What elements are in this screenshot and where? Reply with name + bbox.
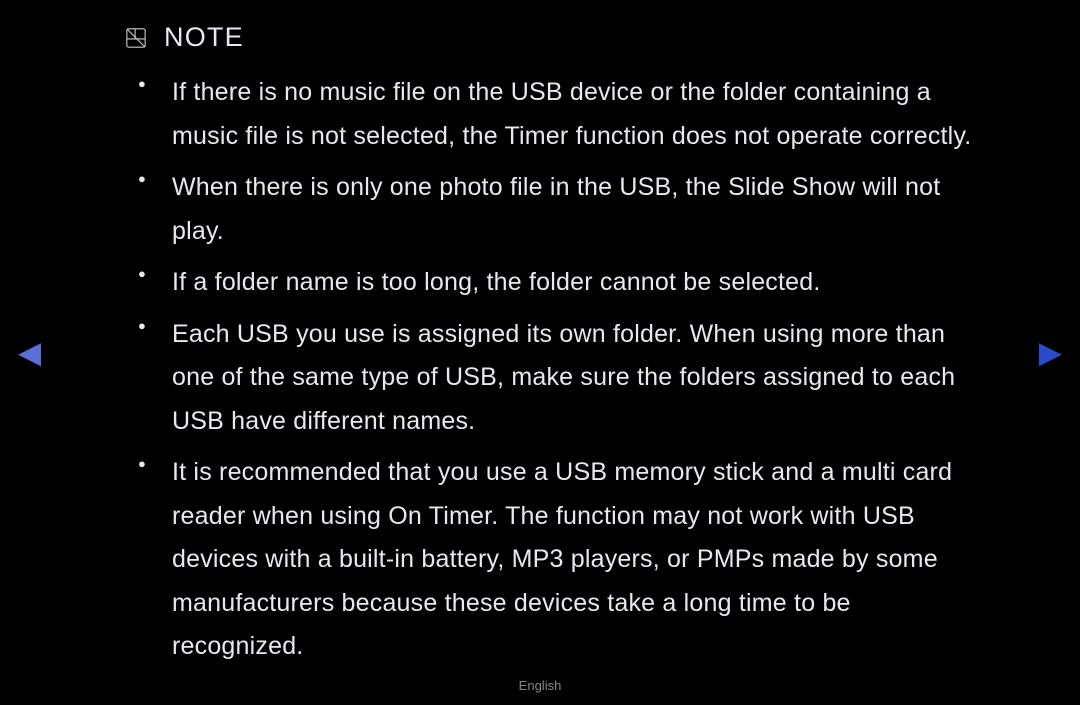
note-list: If there is no music file on the USB dev…: [128, 71, 980, 669]
list-item: If a folder name is too long, the folder…: [172, 261, 980, 305]
note-icon: [124, 26, 148, 50]
list-item: If there is no music file on the USB dev…: [172, 71, 980, 158]
note-label: NOTE: [164, 22, 244, 53]
note-header: NOTE: [124, 22, 980, 53]
content-panel: NOTE If there is no music file on the US…: [0, 0, 1080, 669]
nav-next-button[interactable]: ▶: [1039, 335, 1062, 370]
list-item: It is recommended that you use a USB mem…: [172, 451, 980, 669]
nav-prev-button[interactable]: ◀: [18, 335, 41, 370]
list-item: When there is only one photo file in the…: [172, 166, 980, 253]
list-item: Each USB you use is assigned its own fol…: [172, 313, 980, 444]
footer-language: English: [519, 678, 562, 693]
